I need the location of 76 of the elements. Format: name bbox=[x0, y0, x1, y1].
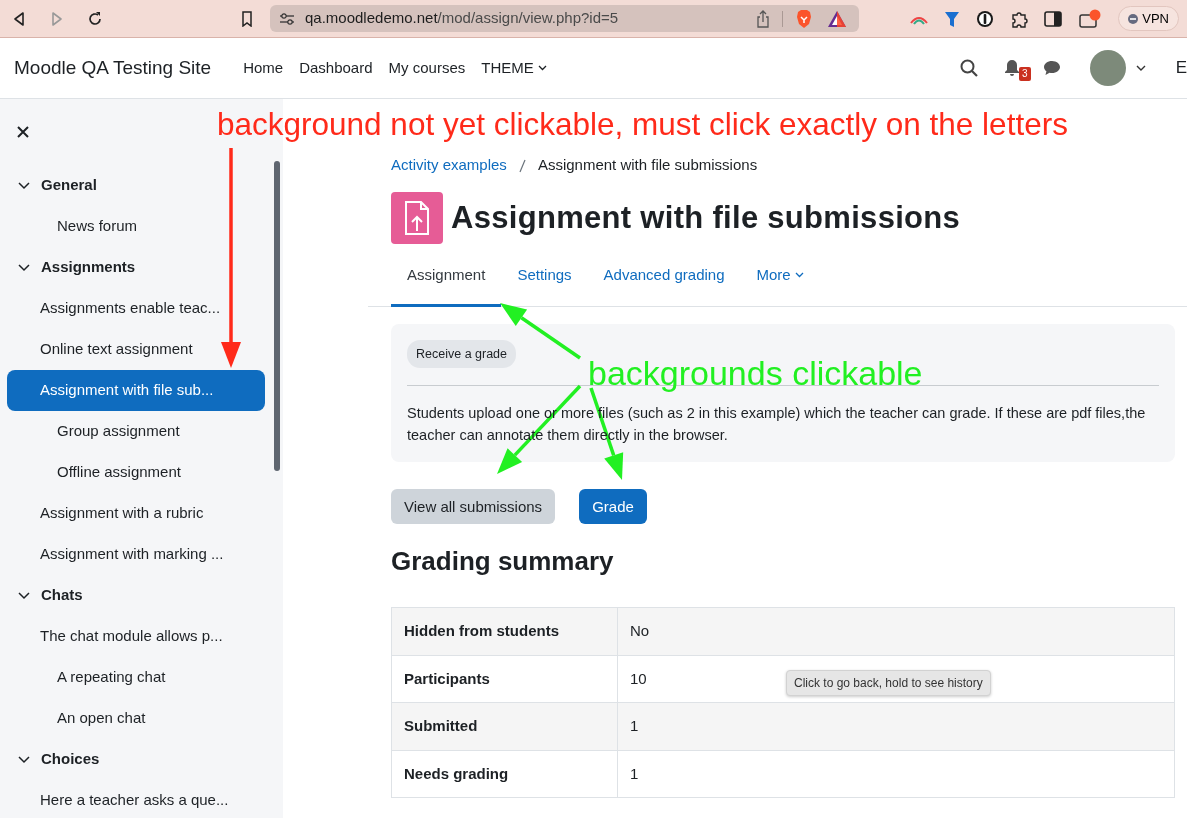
nav-link[interactable]: My courses bbox=[388, 56, 466, 80]
table-cell: Needs grading bbox=[391, 750, 618, 798]
site-settings-icon bbox=[279, 11, 295, 26]
sidebar-item[interactable]: A repeating chat bbox=[7, 657, 265, 698]
section-heading[interactable]: General bbox=[7, 165, 265, 206]
sidebar-item[interactable]: Group assignment bbox=[7, 411, 265, 452]
table-cell: Submitted bbox=[391, 702, 618, 751]
chevron-down-icon bbox=[18, 263, 30, 272]
sidebar-toggle-icon[interactable] bbox=[1044, 10, 1063, 27]
back-icon bbox=[12, 10, 26, 27]
chat-bubble-icon[interactable] bbox=[1042, 60, 1061, 76]
tooltip: Click to go back, hold to see history bbox=[786, 670, 991, 696]
section-heading[interactable]: Chats bbox=[7, 575, 265, 616]
breadcrumb-current: Assignment with file submissions bbox=[537, 155, 758, 175]
section-heading[interactable]: Choices bbox=[7, 739, 265, 780]
sidebar-item[interactable]: Here a teacher asks a que... bbox=[7, 780, 265, 818]
chevron-down-icon bbox=[18, 181, 30, 190]
sidebar-item[interactable]: Online text assignment bbox=[7, 329, 265, 370]
nav-link[interactable]: Dashboard bbox=[299, 56, 373, 80]
sidebar-item[interactable]: An open chat bbox=[7, 698, 265, 739]
action-button[interactable]: View all submissions bbox=[391, 489, 556, 525]
table-cell: 1 bbox=[617, 750, 1175, 798]
page-title: Assignment with file submissions bbox=[451, 198, 961, 237]
nav-link[interactable]: Home bbox=[243, 56, 284, 80]
funnel-icon[interactable] bbox=[944, 9, 961, 28]
table-cell: No bbox=[617, 607, 1175, 656]
section-heading[interactable]: Assignments bbox=[7, 247, 265, 288]
sidebar-item[interactable]: Assignment with file sub... bbox=[7, 370, 265, 411]
reload-icon bbox=[87, 10, 103, 27]
puzzle-piece-icon[interactable] bbox=[1010, 9, 1029, 28]
chevron-down-icon bbox=[18, 755, 30, 764]
sidebar-item[interactable]: Assignment with a rubric bbox=[7, 493, 265, 534]
caret-icon bbox=[537, 65, 547, 71]
annotation-text: background not yet clickable, must click exactly on the letters bbox=[217, 109, 1068, 141]
nav-link[interactable]: THEME bbox=[481, 56, 547, 80]
section-heading: Grading summary bbox=[391, 546, 615, 578]
notifications-button[interactable] bbox=[1004, 59, 1021, 77]
sidebar-item[interactable]: News forum bbox=[7, 206, 265, 247]
sidebar-item[interactable]: Assignment with marking ... bbox=[7, 534, 265, 575]
vpn-button[interactable]: VPN bbox=[1118, 6, 1179, 31]
assignment-icon bbox=[391, 191, 443, 244]
url-text: qa.moodledemo.net/mod/assign/view.php?id=5 bbox=[305, 8, 619, 29]
breadcrumb-link[interactable]: Activity examples bbox=[391, 154, 507, 177]
tab[interactable]: Settings bbox=[501, 246, 588, 307]
tab[interactable]: More bbox=[740, 246, 820, 307]
forward-icon bbox=[50, 10, 64, 27]
user-menu-text[interactable]: E bbox=[1175, 55, 1187, 81]
caret-icon[interactable] bbox=[1135, 65, 1146, 71]
completion-badge: Receive a grade bbox=[407, 339, 517, 369]
annotation-text: backgrounds clickable bbox=[588, 356, 923, 390]
tab[interactable]: Assignment bbox=[391, 246, 502, 307]
sidebar-item[interactable]: Offline assignment bbox=[7, 452, 265, 493]
table-cell: Hidden from students bbox=[391, 607, 618, 656]
caret-icon bbox=[794, 272, 804, 278]
address-bar[interactable]: qa.moodledemo.net/mod/assign/view.php?id=5 bbox=[270, 5, 859, 32]
bookmark-icon bbox=[241, 10, 253, 27]
tab[interactable]: Advanced grading bbox=[587, 246, 741, 307]
notification-count: 3 bbox=[1019, 67, 1031, 81]
share-icon[interactable] bbox=[756, 9, 770, 28]
scrollbar[interactable] bbox=[274, 161, 280, 471]
table-cell: Participants bbox=[391, 655, 618, 703]
slash-drawing bbox=[518, 159, 526, 174]
site-name[interactable]: Moodle QA Testing Site bbox=[14, 53, 212, 83]
sidebar-item[interactable]: The chat module allows p... bbox=[7, 616, 265, 657]
search-icon[interactable] bbox=[960, 59, 979, 77]
table-cell: 1 bbox=[617, 702, 1175, 751]
keyhole-icon[interactable] bbox=[976, 9, 995, 28]
close-icon[interactable] bbox=[17, 126, 29, 138]
vpn-status-icon bbox=[1128, 13, 1139, 24]
sidebar-item[interactable]: Assignments enable teac... bbox=[7, 288, 265, 329]
action-button[interactable]: Grade bbox=[579, 489, 647, 525]
chevron-down-icon bbox=[18, 591, 30, 600]
triangle-icon[interactable] bbox=[827, 9, 847, 28]
bell-icon bbox=[1004, 59, 1021, 77]
wallet-icon[interactable] bbox=[1078, 8, 1103, 29]
avatar[interactable] bbox=[1089, 50, 1126, 86]
